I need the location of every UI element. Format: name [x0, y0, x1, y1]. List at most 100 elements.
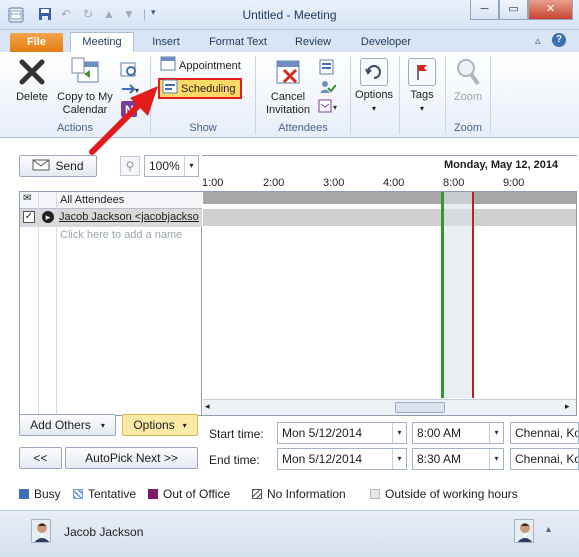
tab-meeting[interactable]: Meeting: [70, 32, 134, 52]
zoom-magnifier-icon[interactable]: ⚲: [120, 156, 140, 176]
delete-button[interactable]: Delete: [12, 56, 52, 104]
zoom-button[interactable]: Zoom: [448, 56, 488, 104]
attendee-free-busy-bar: [203, 209, 576, 226]
scroll-right-icon[interactable]: ▸: [565, 401, 570, 412]
scrollbar-thumb[interactable]: [395, 402, 445, 413]
scroll-left-icon[interactable]: ◂: [205, 401, 210, 412]
end-time-dropdown-icon[interactable]: ▾: [489, 449, 503, 469]
end-date-field[interactable]: Mon 5/12/2014 ▾: [277, 448, 407, 470]
previous-button[interactable]: <<: [19, 447, 62, 469]
options-ribbon-button[interactable]: Options ▾: [352, 58, 396, 115]
scheduling-label: Scheduling: [181, 82, 236, 95]
start-timezone-value: Chennai, Ko: [515, 426, 579, 440]
address-book-icon[interactable]: [318, 58, 336, 79]
options-ribbon-label: Options: [355, 89, 393, 101]
autopick-next-button[interactable]: AutoPick Next >>: [65, 447, 198, 469]
send-button[interactable]: Send: [19, 155, 97, 177]
meeting-time-selection[interactable]: [441, 192, 473, 398]
tab-developer[interactable]: Developer: [352, 33, 420, 52]
title-bar: ↶ ↻ ▲ ▼ | ▾ Untitled - Meeting ─ ▭ ✕: [0, 0, 579, 30]
all-attendees-busy-bar: [203, 192, 576, 204]
delete-icon: [16, 56, 48, 88]
delete-label: Delete: [16, 91, 48, 103]
options-button[interactable]: Options ▾: [122, 414, 198, 436]
start-date-field[interactable]: Mon 5/12/2014 ▾: [277, 422, 407, 444]
tab-insert[interactable]: Insert: [143, 33, 189, 52]
start-timezone-field[interactable]: Chennai, Ko: [510, 422, 579, 444]
appointment-label: Appointment: [179, 60, 241, 72]
avatar[interactable]: [31, 519, 51, 543]
ribbon-separator: [490, 56, 491, 134]
time-label: 9:00: [503, 177, 525, 189]
start-time-dropdown-icon[interactable]: ▾: [489, 423, 503, 443]
required-attendee-icon[interactable]: ▸: [42, 211, 54, 223]
response-options-icon[interactable]: ▾: [318, 98, 342, 117]
cancel-invitation-button[interactable]: Cancel Invitation: [260, 56, 316, 117]
add-others-label: Add Others: [30, 418, 91, 432]
no-information-swatch: [252, 489, 262, 499]
scheduling-button[interactable]: Scheduling: [158, 78, 242, 99]
end-time-field[interactable]: 8:30 AM ▾: [412, 448, 504, 470]
end-timezone-field[interactable]: Chennai, Ko: [510, 448, 579, 470]
zoom-select[interactable]: 100% ▾: [144, 155, 199, 177]
day-header: Monday, May 12, 2014: [444, 159, 559, 171]
help-icon[interactable]: ?: [552, 33, 566, 47]
ribbon-separator: [350, 56, 351, 134]
horizontal-scrollbar[interactable]: ◂ ▸: [203, 399, 576, 415]
expand-people-pane-icon[interactable]: ▴: [546, 524, 551, 535]
restore-button[interactable]: ▭: [499, 0, 528, 20]
tab-file[interactable]: File: [10, 33, 63, 52]
row-divider: [20, 226, 202, 227]
time-header: Monday, May 12, 2014 1:00 2:00 3:00 4:00…: [202, 155, 577, 191]
cancel-label-line1: Cancel: [270, 91, 306, 103]
meeting-end-marker[interactable]: [472, 192, 474, 398]
send-label: Send: [55, 159, 84, 173]
time-label: 3:00: [323, 177, 345, 189]
options-label: Options: [133, 418, 175, 432]
close-button[interactable]: ✕: [528, 0, 573, 20]
tab-review[interactable]: Review: [287, 33, 339, 52]
end-time-label: End time:: [209, 453, 260, 467]
zoom-group-label: Zoom: [453, 122, 483, 134]
annotation-arrow: [89, 86, 158, 155]
calendar-search-icon[interactable]: [120, 60, 138, 81]
timeline-area[interactable]: [203, 192, 576, 398]
appointment-icon: [160, 55, 176, 77]
appointment-button[interactable]: Appointment: [160, 55, 241, 77]
add-name-placeholder[interactable]: Click here to add a name: [60, 229, 182, 241]
svg-text:▾: ▾: [333, 103, 337, 112]
tentative-swatch: [73, 489, 83, 499]
zoom-dropdown-icon[interactable]: ▾: [184, 156, 198, 176]
attendee-name[interactable]: Jacob Jackson <jacobjackson: [59, 211, 199, 223]
options-dropdown-icon: ▾: [371, 104, 376, 113]
attendees-group-label: Attendees: [278, 122, 328, 134]
ribbon-separator: [399, 56, 400, 134]
legend-out-of-office: Out of Office: [148, 487, 230, 501]
end-time-value: 8:30 AM: [417, 452, 462, 466]
tags-button[interactable]: Tags ▾: [402, 58, 442, 115]
outside-hours-swatch: [370, 489, 380, 499]
cancel-invitation-icon: [272, 56, 304, 88]
minimize-button[interactable]: ─: [470, 0, 499, 20]
all-attendees-header: All Attendees: [60, 194, 125, 206]
minimize-ribbon-icon[interactable]: ▵: [535, 34, 541, 47]
add-others-button[interactable]: Add Others ▾: [19, 414, 116, 436]
legend-label: Busy: [34, 487, 61, 501]
start-time-field[interactable]: 8:00 AM ▾: [412, 422, 504, 444]
tags-label: Tags: [410, 89, 434, 101]
scheduling-grid[interactable]: ✉ All Attendees ✓ ▸ Jacob Jackson <jacob…: [19, 191, 577, 416]
legend-outside-hours: Outside of working hours: [370, 487, 518, 501]
legend-busy: Busy: [19, 487, 61, 501]
magnifier-icon: [452, 56, 484, 88]
avatar[interactable]: [514, 519, 534, 543]
check-names-icon[interactable]: [318, 78, 337, 99]
tab-format-text[interactable]: Format Text: [201, 33, 275, 52]
attendee-checkbox[interactable]: ✓: [23, 211, 35, 223]
start-time-label: Start time:: [209, 427, 264, 441]
start-date-dropdown-icon[interactable]: ▾: [392, 423, 406, 443]
people-pane-name[interactable]: Jacob Jackson: [64, 525, 143, 539]
meeting-start-marker[interactable]: [441, 192, 444, 398]
end-date-dropdown-icon[interactable]: ▾: [392, 449, 406, 469]
recurrence-icon: [360, 58, 388, 86]
send-icon: [32, 159, 50, 174]
